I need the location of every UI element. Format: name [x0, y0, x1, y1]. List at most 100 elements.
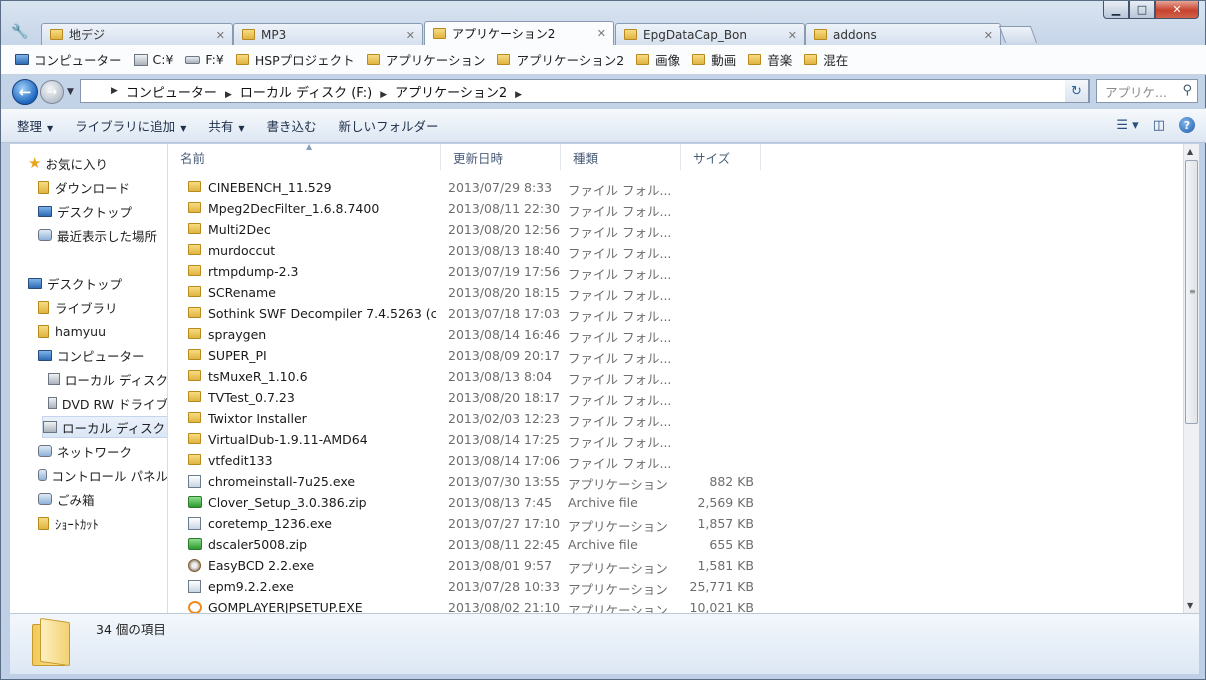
nav-item-8[interactable]: ローカル ディスク [48, 368, 167, 390]
breadcrumb-root-chevron[interactable]: ▶ [111, 86, 118, 96]
file-row[interactable]: SCRename 2013/08/20 18:15 ファイル フォル... [168, 282, 1183, 303]
downloads-folder-icon [38, 180, 49, 194]
file-row[interactable]: Clover_Setup_3.0.386.zip 2013/08/13 7:45 A… [168, 492, 1183, 513]
file-row[interactable]: epm9.2.2.exe 2013/07/28 10:33 アプリケーション 25,7… [168, 576, 1183, 597]
close-tab-icon[interactable]: ✕ [984, 29, 993, 42]
file-row[interactable]: spraygen 2013/08/14 16:46 ファイル フォル... [168, 324, 1183, 345]
file-name: TVTest_0.7.23 [208, 390, 295, 405]
file-row[interactable]: dscaler5008.zip 2013/08/11 22:45 Archive f… [168, 534, 1183, 555]
favorite-link-4[interactable]: アプリケーション [366, 50, 485, 69]
nav-item-12[interactable]: コントロール パネル [38, 464, 167, 486]
address-bar[interactable]: ▶ コンピューター▶ローカル ディスク (F:)▶アプリケーション2▶ ▼ [80, 79, 1090, 103]
help-icon[interactable]: ? [1179, 117, 1195, 133]
file-name: Clover_Setup_3.0.386.zip [208, 495, 367, 510]
close-tab-icon[interactable]: ✕ [406, 29, 415, 42]
recent-pages-dropdown[interactable]: ▼ [67, 87, 74, 97]
breadcrumb-item[interactable]: ローカル ディスク (F:) [240, 86, 372, 101]
nav-item-4[interactable]: デスクトップ [28, 272, 167, 294]
close-tab-icon[interactable]: ✕ [597, 27, 606, 40]
scroll-thumb[interactable]: ≡ [1185, 160, 1198, 424]
nav-item-11[interactable]: ネットワーク [38, 440, 167, 462]
file-row[interactable]: Mpeg2DecFilter_1.6.8.7400 2013/08/11 22:3… [168, 198, 1183, 219]
file-row[interactable]: tsMuxeR_1.10.6 2013/08/13 8:04 ファイル フォル... [168, 366, 1183, 387]
file-row[interactable]: coretemp_1236.exe 2013/07/27 17:10 アプリケーショ… [168, 513, 1183, 534]
file-row[interactable]: Twixtor Installer 2013/02/03 12:23 ファイル フォ… [168, 408, 1183, 429]
command-label: ライブラリに追加 [75, 119, 176, 134]
file-row[interactable]: vtfedit133 2013/08/14 17:06 ファイル フォル... [168, 450, 1183, 471]
refresh-button[interactable]: ↻ [1065, 79, 1089, 103]
scroll-down-icon[interactable]: ▼ [1187, 601, 1193, 610]
file-row[interactable]: chromeinstall-7u25.exe 2013/07/30 13:55 アプ… [168, 471, 1183, 492]
minimize-button[interactable]: ▁ [1103, 1, 1129, 19]
file-row[interactable]: VirtualDub-1.9.11-AMD64 2013/08/14 17:25 フ… [168, 429, 1183, 450]
wrench-icon[interactable]: 🔧 [11, 24, 29, 42]
breadcrumb-item[interactable]: アプリケーション2 [395, 86, 507, 101]
file-row[interactable]: Sothink SWF Decompiler 7.4.5263 (c... 201… [168, 303, 1183, 324]
file-type: アプリケーション [568, 561, 668, 576]
file-type: ファイル フォル... [568, 225, 672, 240]
vertical-scrollbar[interactable]: ▲ ≡ ▼ [1183, 144, 1199, 613]
nav-item-3[interactable]: 最近表示した場所 [38, 224, 167, 246]
nav-item-13[interactable]: ごみ箱 [38, 488, 167, 510]
nav-item-0[interactable]: ★ お気に入り [28, 152, 167, 174]
scroll-up-icon[interactable]: ▲ [1187, 147, 1193, 156]
search-icon[interactable]: ⚲ [1182, 83, 1192, 98]
file-row[interactable]: EasyBCD 2.2.exe 2013/08/01 9:57 アプリケーション 1,… [168, 555, 1183, 576]
column-header-name[interactable]: 名前 ▲ [168, 144, 441, 170]
file-row[interactable]: CINEBENCH_11.529 2013/07/29 8:33 ファイル フォル.… [168, 177, 1183, 198]
nav-item-5[interactable]: ライブラリ [38, 296, 167, 318]
tab-0[interactable]: 地デジ ✕ [41, 23, 233, 45]
favorite-link-9[interactable]: 混在 [804, 50, 848, 69]
file-row[interactable]: SUPER_PI 2013/08/09 20:17 ファイル フォル... [168, 345, 1183, 366]
file-name: Twixtor Installer [208, 411, 307, 426]
favorite-link-5[interactable]: アプリケーション2 [497, 50, 624, 69]
breadcrumb-chevron-icon[interactable]: ▶ [380, 90, 387, 100]
favorite-link-3[interactable]: HSPプロジェクト [235, 50, 355, 69]
new-tab-button[interactable] [998, 26, 1038, 43]
favorite-link-6[interactable]: 画像 [636, 50, 680, 69]
breadcrumb-chevron-icon[interactable]: ▶ [225, 90, 232, 100]
command-button-3[interactable]: 書き込む [267, 116, 317, 135]
nav-item-7[interactable]: コンピューター [38, 344, 167, 366]
favorite-link-7[interactable]: 動画 [692, 50, 736, 69]
file-row[interactable]: murdoccut 2013/08/13 18:40 ファイル フォル... [168, 240, 1183, 261]
nav-item-2[interactable]: デスクトップ [38, 200, 167, 222]
favorite-link-0[interactable]: コンピューター [15, 50, 122, 69]
close-button[interactable]: ✕ [1155, 1, 1199, 19]
favorite-link-2[interactable]: F:¥ [185, 52, 224, 67]
nav-item-14[interactable]: ｼｮｰﾄｶｯﾄ [38, 512, 167, 534]
column-header-date[interactable]: 更新日時 [441, 144, 561, 170]
nav-item-10[interactable]: ローカル ディスク [42, 416, 167, 438]
back-button[interactable]: ← [12, 79, 38, 105]
nav-item-6[interactable]: hamyuu [38, 320, 167, 342]
close-tab-icon[interactable]: ✕ [216, 29, 225, 42]
file-row[interactable]: rtmpdump-2.3 2013/07/19 17:56 ファイル フォル... [168, 261, 1183, 282]
file-row[interactable]: Multi2Dec 2013/08/20 12:56 ファイル フォル... [168, 219, 1183, 240]
favorite-label: アプリケーション2 [516, 53, 625, 68]
breadcrumb-chevron-icon[interactable]: ▶ [515, 90, 522, 100]
command-button-4[interactable]: 新しいフォルダー [339, 116, 439, 135]
favorite-link-8[interactable]: 音楽 [748, 50, 792, 69]
column-header-type[interactable]: 種類 [561, 144, 681, 170]
preview-pane-icon[interactable]: ◫ [1153, 118, 1165, 133]
tab-2[interactable]: アプリケーション2 ✕ [424, 21, 614, 45]
search-input[interactable]: アプリケ... ⚲ [1096, 79, 1198, 103]
breadcrumb-item[interactable]: コンピューター [126, 86, 217, 101]
column-header-size[interactable]: サイズ [681, 144, 761, 170]
tab-3[interactable]: EpgDataCap_Bon ✕ [615, 23, 805, 45]
favorite-link-1[interactable]: C:¥ [133, 52, 173, 67]
view-options-icon[interactable]: ☰ ▾ [1116, 118, 1138, 133]
file-row[interactable]: GOMPLAYERJPSETUP.EXE 2013/08/02 21:10 アプリケ… [168, 597, 1183, 613]
tab-4[interactable]: addons ✕ [805, 23, 1001, 45]
command-button-2[interactable]: 共有 ▼ [208, 116, 244, 135]
file-size: 10,021 KB [689, 600, 754, 613]
nav-item-9[interactable]: DVD RW ドライブ [48, 392, 167, 414]
file-row[interactable]: TVTest_0.7.23 2013/08/20 18:17 ファイル フォル... [168, 387, 1183, 408]
forward-button[interactable]: → [40, 80, 64, 104]
nav-item-1[interactable]: ダウンロード [38, 176, 167, 198]
command-button-1[interactable]: ライブラリに追加 ▼ [75, 116, 186, 135]
tab-1[interactable]: MP3 ✕ [233, 23, 423, 45]
close-tab-icon[interactable]: ✕ [788, 29, 797, 42]
maximize-button[interactable]: □ [1129, 1, 1155, 19]
command-button-0[interactable]: 整理 ▼ [17, 116, 53, 135]
